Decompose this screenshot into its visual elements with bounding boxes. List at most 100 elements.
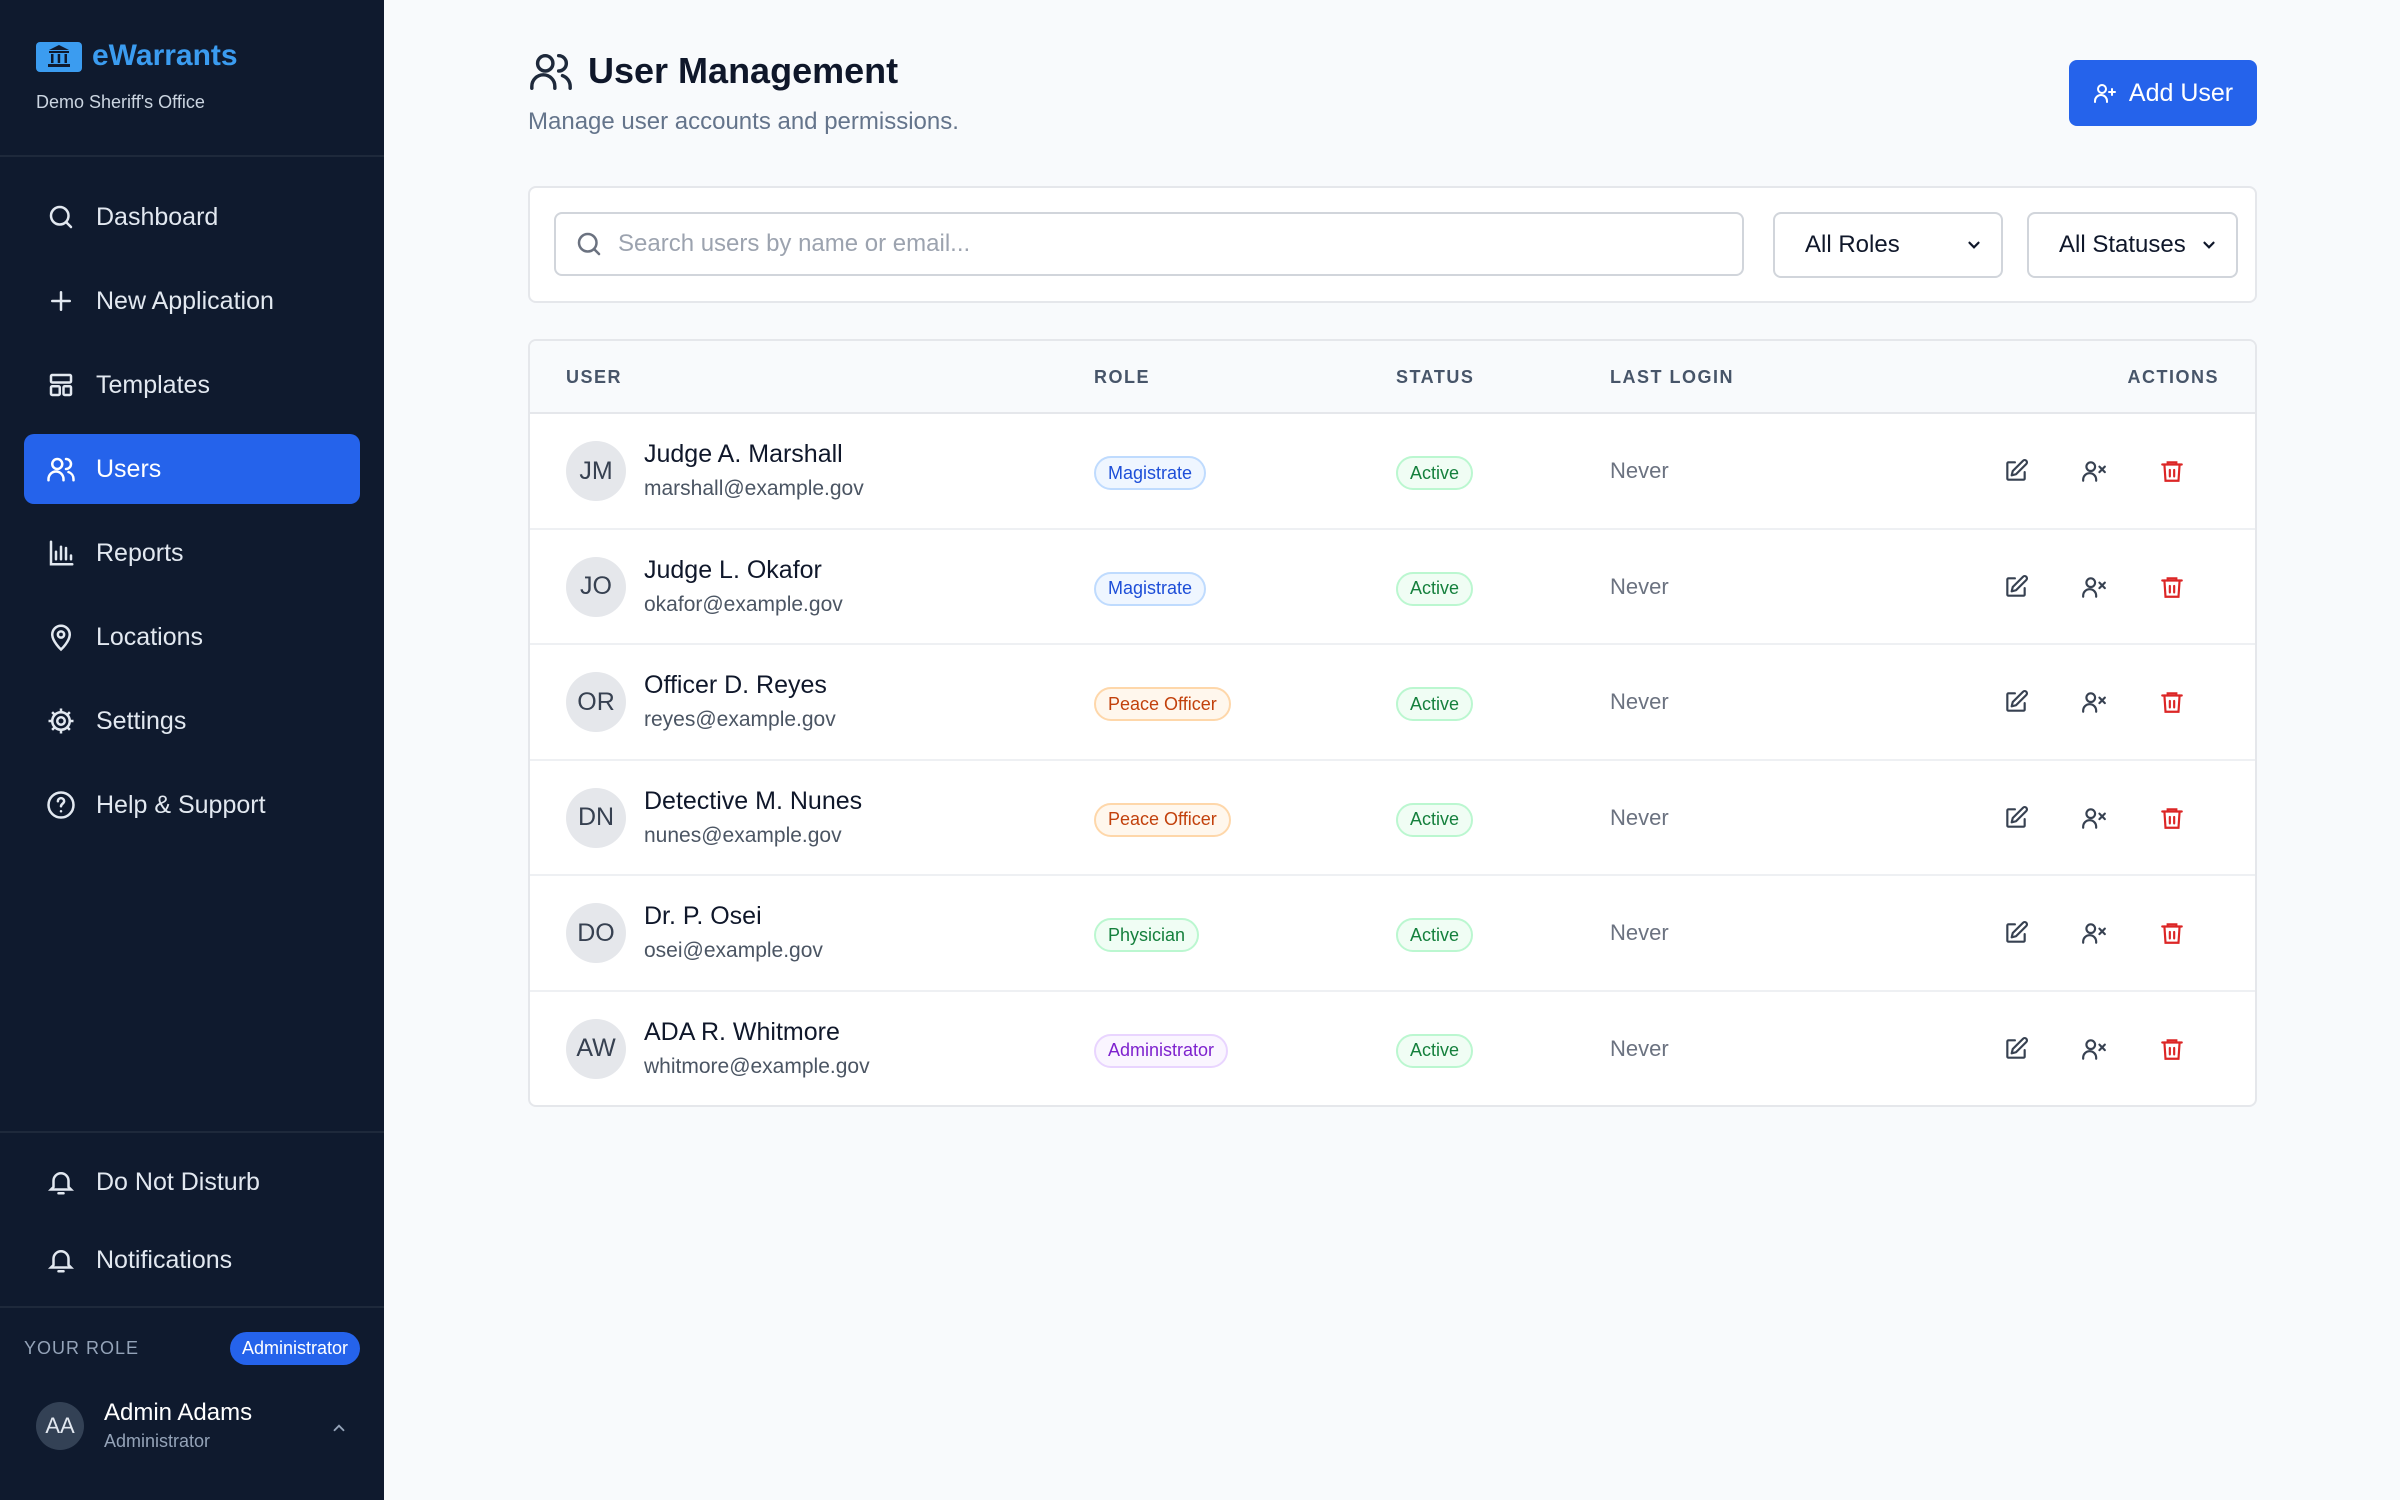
users-table: USER ROLE STATUS LAST LOGIN ACTIONS JM J… <box>528 339 2257 1107</box>
nav-item-templates[interactable]: Templates <box>24 350 360 420</box>
edit-icon <box>2006 459 2028 481</box>
status-filter-select[interactable]: All Statuses <box>2027 212 2238 278</box>
notifications-link[interactable]: Notifications <box>24 1225 360 1295</box>
add-user-label: Add User <box>2128 78 2234 107</box>
your-role-label: YOUR ROLE <box>24 1338 140 1358</box>
nav-label: Settings <box>96 706 187 735</box>
users-icon <box>530 53 572 90</box>
nav-label: New Application <box>96 286 274 315</box>
nav-item-users[interactable]: Users <box>24 434 360 504</box>
column-header-status: STATUS <box>1396 367 1475 387</box>
bell-icon <box>47 1250 75 1273</box>
table-row: DO Dr. P. Osei osei@example.gov Physicia… <box>530 876 2255 992</box>
deactivate-user-button[interactable] <box>2078 571 2110 603</box>
deactivate-user-button[interactable] <box>2078 686 2110 718</box>
edit-button[interactable] <box>2000 455 2032 487</box>
deactivate-user-button[interactable] <box>2078 917 2110 949</box>
nav-item-locations[interactable]: Locations <box>24 602 360 672</box>
last-login: Never <box>1610 458 1669 483</box>
deactivate-user-button[interactable] <box>2078 455 2110 487</box>
edit-icon <box>2006 690 2028 712</box>
user-x-icon <box>2082 923 2106 944</box>
deactivate-user-button[interactable] <box>2078 1033 2110 1065</box>
avatar: DN <box>566 787 626 848</box>
add-user-button[interactable]: Add User <box>2069 60 2257 126</box>
last-login: Never <box>1610 573 1669 599</box>
search-input[interactable] <box>618 230 1718 258</box>
avatar: DO <box>566 903 626 963</box>
edit-button[interactable] <box>2000 571 2032 603</box>
main-nav: Dashboard New Application Templates User… <box>24 182 360 854</box>
user-menu[interactable]: AA Admin Adams Administrator <box>0 1365 384 1452</box>
table-header: USER ROLE STATUS LAST LOGIN ACTIONS <box>530 341 2255 414</box>
nav-item-new-application[interactable]: New Application <box>24 266 360 336</box>
user-name: Judge A. Marshall <box>644 440 843 468</box>
deactivate-user-button[interactable] <box>2078 802 2110 834</box>
help-circle-icon <box>47 791 75 819</box>
table-row: AW ADA R. Whitmore whitmore@example.gov … <box>530 992 2255 1106</box>
edit-icon <box>2006 805 2028 828</box>
chevron-up-icon[interactable] <box>330 1419 348 1442</box>
do-not-disturb-toggle[interactable]: Do Not Disturb <box>24 1147 360 1217</box>
delete-button[interactable] <box>2156 686 2188 718</box>
page-header: User Management Manage user accounts and… <box>528 48 959 136</box>
column-header-user: USER <box>566 367 623 387</box>
avatar: AA <box>36 1401 84 1450</box>
status-badge: Active <box>1396 456 1474 490</box>
table-row: OR Officer D. Reyes reyes@example.gov Pe… <box>530 645 2255 761</box>
trash-icon <box>2161 923 2183 944</box>
status-badge: Active <box>1396 687 1474 721</box>
user-email: osei@example.gov <box>644 939 823 962</box>
nav-item-reports[interactable]: Reports <box>24 518 360 588</box>
map-pin-icon <box>50 624 72 652</box>
nav-label: Help & Support <box>96 790 266 819</box>
role-filter-value: All Roles <box>1805 231 1900 258</box>
status-badge: Active <box>1396 918 1474 952</box>
chevron-down-icon <box>1968 241 1980 249</box>
user-email: reyes@example.gov <box>644 708 836 731</box>
edit-button[interactable] <box>2000 802 2032 834</box>
search-icon <box>49 205 73 229</box>
delete-button[interactable] <box>2156 1033 2188 1065</box>
main-content: User Management Manage user accounts and… <box>384 0 2400 1500</box>
edit-button[interactable] <box>2000 686 2032 718</box>
trash-icon <box>2161 807 2183 829</box>
delete-button[interactable] <box>2156 455 2188 487</box>
delete-button[interactable] <box>2156 802 2188 834</box>
edit-button[interactable] <box>2000 917 2032 949</box>
trash-icon <box>2161 692 2183 713</box>
user-email: marshall@example.gov <box>644 477 864 500</box>
avatar: OR <box>566 672 626 732</box>
role-badge: Physician <box>1094 918 1200 952</box>
role-badge: Magistrate <box>1094 571 1207 606</box>
users-icon <box>47 457 75 482</box>
nav-item-dashboard[interactable]: Dashboard <box>24 182 360 252</box>
avatar: JM <box>566 441 626 501</box>
delete-button[interactable] <box>2156 917 2188 949</box>
brand-name: eWarrants <box>92 39 238 72</box>
last-login: Never <box>1610 804 1669 830</box>
column-header-last-login: LAST LOGIN <box>1610 367 1734 387</box>
user-name: Detective M. Nunes <box>644 786 863 815</box>
edit-button[interactable] <box>2000 1033 2032 1065</box>
table-body: JM Judge A. Marshall marshall@example.go… <box>530 414 2255 1106</box>
bell-icon <box>47 1172 75 1195</box>
role-badge: Peace Officer <box>1094 687 1231 721</box>
status-filter-value: All Statuses <box>2059 231 2186 258</box>
user-plus-icon <box>2093 84 2116 103</box>
trash-icon <box>2161 576 2183 598</box>
nav-label: Do Not Disturb <box>96 1167 260 1196</box>
nav-item-settings[interactable]: Settings <box>24 686 360 756</box>
status-badge: Active <box>1396 571 1474 606</box>
courthouse-icon <box>36 38 82 74</box>
status-badge: Active <box>1396 1033 1474 1068</box>
role-badge: Administrator <box>1094 1033 1229 1068</box>
role-filter-select[interactable]: All Roles <box>1773 212 2003 278</box>
plus-icon <box>51 291 71 311</box>
delete-button[interactable] <box>2156 571 2188 603</box>
user-x-icon <box>2082 461 2106 482</box>
nav-item-help[interactable]: Help & Support <box>24 770 360 840</box>
chevron-down-icon <box>2203 241 2215 249</box>
column-header-role: ROLE <box>1094 367 1151 387</box>
user-email: nunes@example.gov <box>644 823 842 847</box>
